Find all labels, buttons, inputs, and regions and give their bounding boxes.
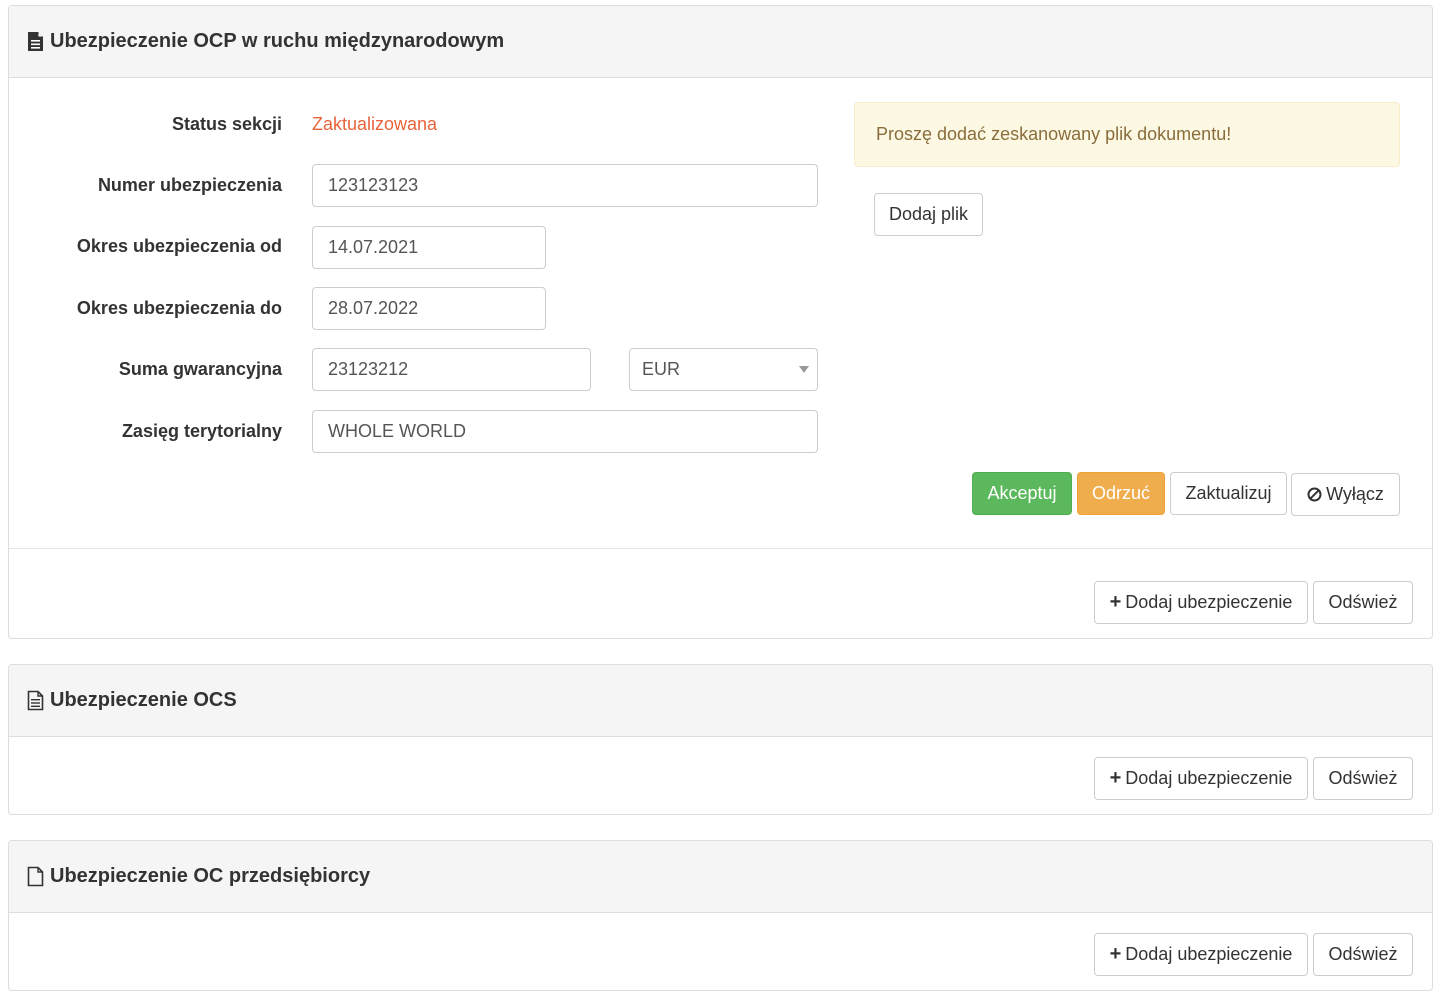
update-button[interactable]: Zaktualizuj [1170,472,1287,515]
file-filled-icon [27,31,44,52]
add-file-button[interactable]: Dodaj plik [874,193,983,236]
section-oc-heading: Ubezpieczenie OC przedsiębiorcy [9,841,1432,913]
section-ocp-title: Ubezpieczenie OCP w ruchu międzynarodowy… [50,30,505,52]
territorial-range-input[interactable]: WHOLE WORLD [312,410,818,453]
add-insurance-label-oc: Dodaj ubezpieczenie [1125,944,1293,964]
currency-select[interactable]: EUR [629,348,818,391]
policy-number-label: Numer ubezpieczenia [97,175,282,195]
status-label: Status sekcji [171,114,282,134]
period-from-input[interactable]: 14.07.2021 [312,226,546,269]
file-text-outline-icon [27,690,44,711]
reject-button[interactable]: Odrzuć [1077,472,1165,515]
file-outline-icon [27,866,44,887]
add-insurance-label-ocs: Dodaj ubezpieczenie [1125,768,1293,788]
accept-button[interactable]: Akceptuj [972,472,1072,515]
status-value: Zaktualizowana [312,114,438,134]
guarantee-sum-label: Suma gwarancyjna [118,359,282,379]
refresh-button-ocs[interactable]: Odśwież [1313,757,1413,800]
section-ocp-heading: Ubezpieczenie OCP w ruchu międzynarodowy… [9,6,1432,78]
disable-button-label: Wyłącz [1326,484,1384,504]
territorial-range-label: Zasięg terytorialny [121,421,282,441]
add-insurance-button-ocp[interactable]: + Dodaj ubezpieczenie [1094,581,1308,624]
plus-icon: + [1109,591,1122,613]
refresh-button-oc[interactable]: Odśwież [1313,933,1413,976]
disable-button[interactable]: Wyłącz [1291,473,1400,516]
chevron-down-icon [799,366,809,373]
plus-icon: + [1109,767,1122,789]
policy-number-input[interactable]: 123123123 [312,164,818,207]
section-ocs-title: Ubezpieczenie OCS [50,689,237,711]
currency-select-value: EUR [642,359,681,379]
section-ocp-footer-divider [9,548,1432,549]
refresh-button-ocp[interactable]: Odśwież [1313,581,1413,624]
add-insurance-button-ocs[interactable]: + Dodaj ubezpieczenie [1094,757,1308,800]
section-oc-title: Ubezpieczenie OC przedsiębiorcy [50,865,371,887]
add-insurance-button-oc[interactable]: + Dodaj ubezpieczenie [1094,933,1308,976]
guarantee-sum-input[interactable]: 23123212 [312,348,591,391]
plus-icon: + [1109,943,1122,965]
period-from-label: Okres ubezpieczenia od [76,236,282,256]
missing-file-alert: Proszę dodać zeskanowany plik dokumentu! [854,102,1400,167]
add-insurance-label-ocp: Dodaj ubezpieczenie [1125,592,1293,612]
section-ocs-heading: Ubezpieczenie OCS [9,665,1432,737]
period-to-input[interactable]: 28.07.2022 [312,287,546,330]
section-ocp-panel: Ubezpieczenie OCP w ruchu międzynarodowy… [8,5,1433,639]
ban-icon [1307,476,1322,517]
period-to-label: Okres ubezpieczenia do [76,298,282,318]
